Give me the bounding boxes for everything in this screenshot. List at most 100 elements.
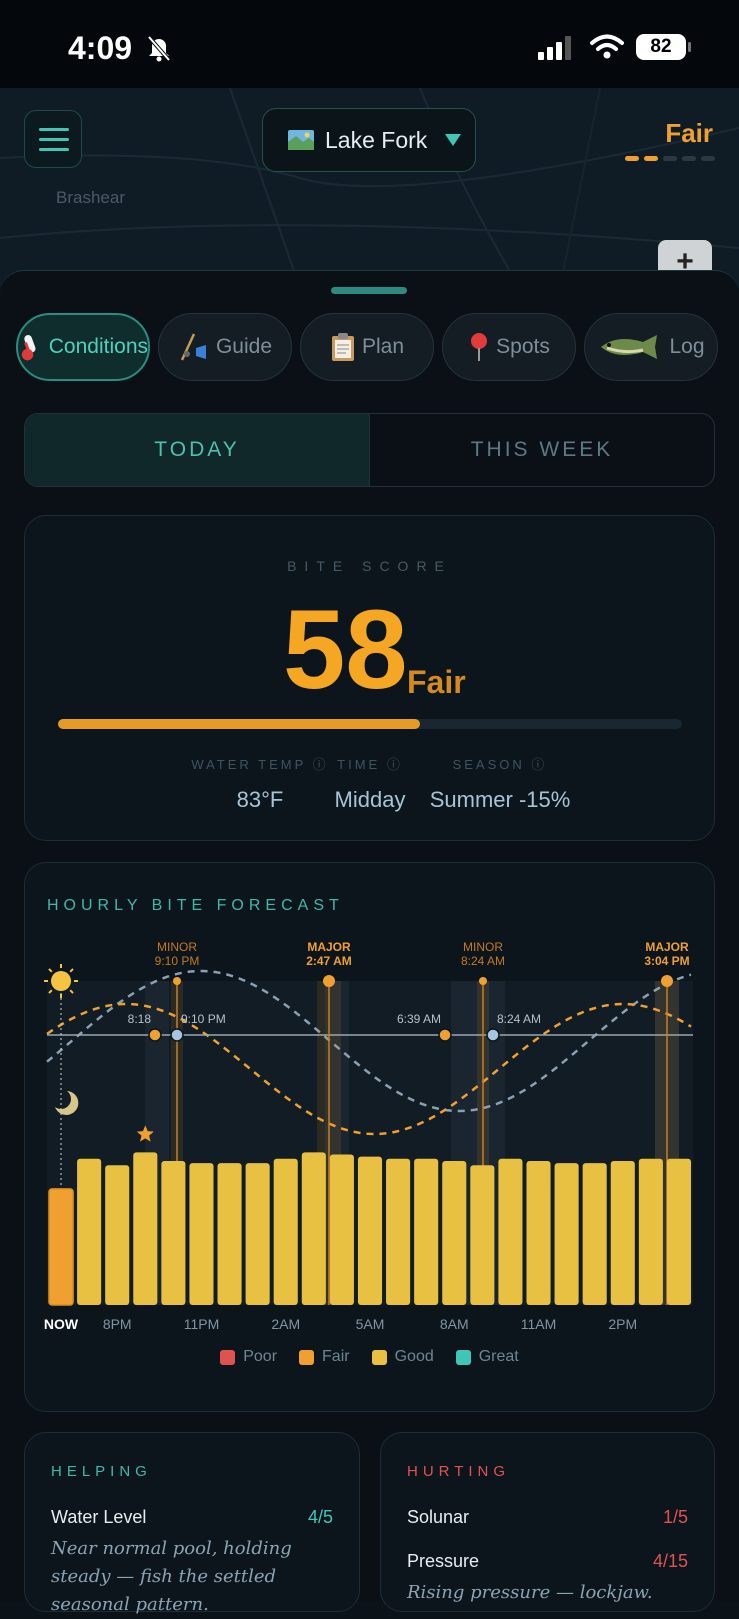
bite-score-card: BITE SCORE 58 Fair WATER TEMP ⓘ 83°F TIM… bbox=[24, 515, 715, 841]
solunar-type-label: MINOR bbox=[157, 940, 197, 954]
legend-item-good: Good bbox=[371, 1348, 434, 1366]
helping-card: HELPING Water Level 4/5 Near normal pool… bbox=[24, 1432, 360, 1615]
tab-plan[interactable]: Plan bbox=[300, 313, 434, 381]
tab-log[interactable]: Log bbox=[584, 313, 718, 381]
map-icon bbox=[288, 130, 314, 150]
hourly-bar bbox=[610, 1160, 635, 1305]
hourly-bar bbox=[386, 1158, 411, 1305]
metric-value: Summer -15% bbox=[429, 787, 571, 812]
crossing-dot bbox=[486, 1028, 500, 1042]
fish-icon bbox=[601, 335, 658, 359]
x-tick-label: NOW bbox=[44, 1316, 79, 1332]
tab-guide[interactable]: Guide bbox=[158, 313, 292, 381]
status-time: 4:09 bbox=[68, 30, 133, 66]
hourly-bar bbox=[77, 1158, 102, 1305]
thermometer-icon bbox=[21, 335, 36, 361]
bite-score-rating: Fair bbox=[407, 664, 466, 700]
sun-ray bbox=[48, 968, 53, 973]
hourly-forecast-chart[interactable]: MINOR9:10 PMMAJOR2:47 AMMINOR8:24 AMMAJO… bbox=[25, 863, 714, 1333]
hourly-bar bbox=[582, 1163, 607, 1305]
tab-spots[interactable]: Spots bbox=[442, 313, 576, 381]
bite-score-bar bbox=[58, 719, 682, 729]
solunar-type-label: MAJOR bbox=[645, 940, 689, 954]
metric-label: SEASON ⓘ bbox=[452, 757, 548, 772]
hourly-bar bbox=[414, 1158, 439, 1305]
tab-label: Guide bbox=[215, 335, 273, 358]
fishing-rod-icon bbox=[180, 333, 206, 361]
hourly-bar bbox=[189, 1163, 214, 1305]
solunar-time-label: 2:47 AM bbox=[306, 954, 352, 968]
legend-item-fair: Fair bbox=[299, 1348, 350, 1366]
hurting-item-desc: Rising pressure — lockjaw. bbox=[407, 1582, 653, 1603]
wifi-icon bbox=[590, 34, 624, 59]
hourly-bar bbox=[161, 1160, 186, 1305]
period-today-button[interactable]: TODAY bbox=[25, 414, 370, 486]
solunar-type-label: MAJOR bbox=[307, 940, 351, 954]
x-tick-label: 5AM bbox=[356, 1316, 385, 1332]
hourly-bar bbox=[217, 1163, 242, 1305]
legend-label: Fair bbox=[322, 1348, 350, 1365]
pin-icon bbox=[471, 333, 488, 361]
rating-label: Fair bbox=[665, 118, 713, 148]
battery-icon: 82 bbox=[636, 34, 686, 60]
metric-season[interactable]: SEASON ⓘ Summer -15% bbox=[415, 754, 585, 813]
x-tick-label: 8AM bbox=[440, 1316, 469, 1332]
map-place-label: Brashear bbox=[56, 188, 125, 207]
x-tick-label: 11AM bbox=[521, 1316, 557, 1332]
legend-label: Great bbox=[478, 1348, 519, 1365]
hurting-item-score: 1/5 bbox=[662, 1507, 688, 1527]
hourly-forecast-card: HOURLY BITE FORECAST MINOR 9:10 PM MAJOR 2:… bbox=[24, 862, 715, 1412]
x-tick-label: 8PM bbox=[103, 1316, 132, 1332]
bite-score-label: BITE SCORE bbox=[287, 558, 452, 574]
cellular-signal-icon bbox=[538, 36, 571, 60]
legend-swatch bbox=[455, 1349, 471, 1365]
bite-score-value: 58 bbox=[283, 587, 408, 712]
bell-muted-icon bbox=[147, 35, 171, 62]
tab-label: Spots bbox=[496, 335, 550, 358]
sun-ray bbox=[69, 968, 74, 973]
battery-cap bbox=[688, 42, 691, 52]
hourly-bar bbox=[638, 1158, 663, 1305]
status-bar: 4:09 82 bbox=[0, 0, 739, 88]
solunar-time-label: 8:24 AM bbox=[461, 954, 505, 968]
chart-legend: Poor Fair Good Great bbox=[25, 1348, 714, 1366]
helping-title: HELPING bbox=[51, 1463, 152, 1480]
solunar-dot bbox=[479, 977, 487, 985]
hourly-bar bbox=[666, 1158, 691, 1305]
x-tick-label: 11PM bbox=[184, 1316, 220, 1332]
clipboard-icon bbox=[331, 333, 354, 361]
period-week-button[interactable]: THIS WEEK bbox=[370, 414, 714, 486]
legend-swatch bbox=[371, 1349, 387, 1365]
hourly-bar bbox=[105, 1165, 130, 1305]
tab-conditions[interactable]: Conditions bbox=[16, 313, 150, 381]
hourly-bar bbox=[470, 1165, 495, 1305]
hourly-bar bbox=[357, 1156, 383, 1305]
crossing-label: 9:10 PM bbox=[181, 1012, 226, 1026]
bite-score-bar-fill bbox=[58, 719, 420, 729]
sheet-drag-handle[interactable] bbox=[331, 287, 407, 294]
legend-label: Good bbox=[394, 1348, 434, 1365]
hourly-bar bbox=[273, 1158, 298, 1305]
hourly-bar bbox=[498, 1158, 523, 1305]
solunar-type-label: MINOR bbox=[463, 940, 503, 954]
solunar-time-label: 9:10 PM bbox=[155, 954, 200, 968]
hurting-item-name: Pressure bbox=[407, 1551, 480, 1571]
solunar-dot bbox=[323, 975, 335, 987]
metric-value: Midday bbox=[334, 787, 406, 812]
hourly-bar bbox=[554, 1163, 579, 1305]
helping-item-desc: Near normal pool, holding steady — fish … bbox=[51, 1538, 292, 1615]
legend-item-great: Great bbox=[455, 1348, 519, 1366]
sun-icon bbox=[51, 971, 71, 991]
location-selector[interactable]: Lake Fork bbox=[262, 108, 476, 172]
hurting-card: HURTING Solunar 1/5 Pressure 4/15 Rising… bbox=[380, 1432, 715, 1612]
metric-time[interactable]: TIME ⓘ Midday bbox=[315, 754, 425, 813]
solunar-dot bbox=[661, 975, 673, 987]
solunar-dot bbox=[173, 977, 181, 985]
helping-item-score: 4/5 bbox=[307, 1507, 333, 1527]
menu-button[interactable] bbox=[24, 110, 82, 168]
rating-level-indicator bbox=[625, 156, 715, 161]
metric-label: TIME ⓘ bbox=[337, 757, 403, 772]
crossing-dot bbox=[148, 1028, 162, 1042]
legend-label: Poor bbox=[243, 1348, 278, 1365]
crossing-label: 8:18 bbox=[128, 1012, 152, 1026]
